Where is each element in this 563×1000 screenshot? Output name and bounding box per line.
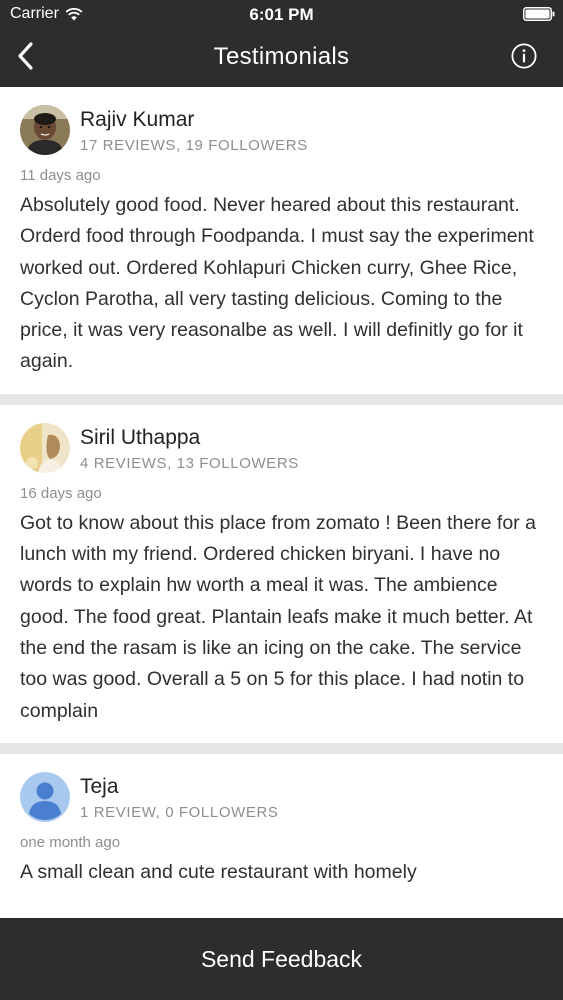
review-header: Rajiv Kumar 17 REVIEWS, 19 FOLLOWERS [20,105,543,155]
reviewer-info: Siril Uthappa 4 REVIEWS, 13 FOLLOWERS [80,423,299,472]
page-title: Testimonials [213,43,350,70]
reviewer-info: Rajiv Kumar 17 REVIEWS, 19 FOLLOWERS [80,105,308,154]
send-feedback-button[interactable]: Send Feedback [0,918,563,1000]
default-avatar-icon[interactable] [20,771,70,822]
testimonials-list[interactable]: Rajiv Kumar 17 REVIEWS, 19 FOLLOWERS 11 … [0,87,563,918]
review-time: 16 days ago [20,484,102,502]
send-feedback-label: Send Feedback [200,945,363,972]
review-text: Got to know about this place from zomato… [20,511,536,722]
review-item: Teja 1 REVIEW, 0 FOLLOWERS one month ago… [0,753,563,905]
review-time: one month ago [20,833,121,851]
info-circle-icon[interactable] [511,43,537,69]
reviewer-stats: 1 REVIEW, 0 FOLLOWERS [80,803,279,821]
review-item: Rajiv Kumar 17 REVIEWS, 19 FOLLOWERS 11 … [0,87,563,394]
reviewer-stats: 17 REVIEWS, 19 FOLLOWERS [80,137,308,154]
app-screen: Carrier 6:01 PM Testimonials Rajiv Kumar… [0,0,563,1000]
battery-icon [523,7,555,21]
reviewer-name[interactable]: Siril Uthappa [80,426,299,450]
reviewer-info: Teja 1 REVIEW, 0 FOLLOWERS [80,772,278,821]
status-time: 6:01 PM [249,5,314,24]
divider [0,393,563,405]
review-time: 11 days ago [20,167,101,184]
avatar[interactable] [20,105,70,155]
review-text: A small clean and cute restaurant with h… [20,860,417,883]
review-header: Siril Uthappa 4 REVIEWS, 13 FOLLOWERS [20,422,543,473]
reviewer-name[interactable]: Teja [80,775,278,799]
avatar[interactable] [20,422,70,473]
reviewer-stats: 4 REVIEWS, 13 FOLLOWERS [80,454,299,472]
status-bar: Carrier 6:01 PM [0,0,563,28]
top-bar: Carrier 6:01 PM Testimonials [0,0,563,87]
nav-bar: Testimonials [0,28,563,87]
divider [0,742,563,754]
review-item: Siril Uthappa 4 REVIEWS, 13 FOLLOWERS 16… [0,404,563,743]
review-text: Absolutely good food. Never heared about… [20,194,534,373]
review-header: Teja 1 REVIEW, 0 FOLLOWERS [20,771,543,822]
reviewer-name[interactable]: Rajiv Kumar [80,108,308,132]
